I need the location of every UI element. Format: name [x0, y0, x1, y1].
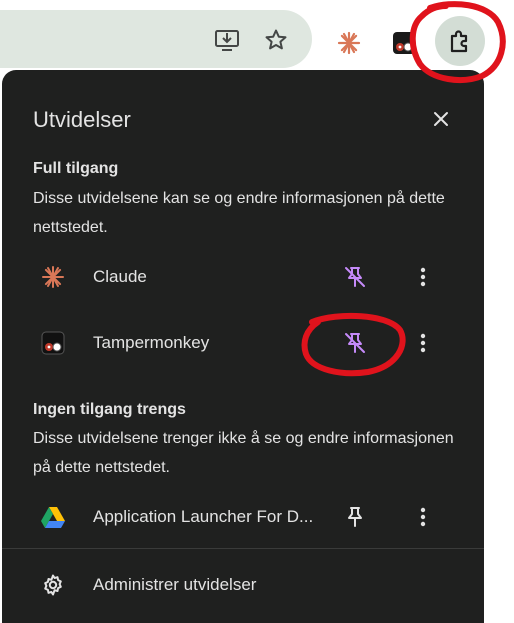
gear-icon — [40, 572, 66, 598]
more-options-button[interactable] — [410, 330, 436, 356]
puzzle-icon — [450, 30, 468, 53]
full-access-heading: Full tilgang — [33, 160, 119, 177]
pin-off-icon[interactable] — [342, 264, 368, 290]
close-button[interactable] — [426, 104, 456, 134]
full-access-description: Disse utvidelsene kan se og endre inform… — [33, 190, 445, 236]
bookmark-star-icon[interactable] — [262, 26, 290, 54]
claude-toolbar-icon[interactable] — [336, 30, 362, 56]
install-app-icon[interactable] — [213, 26, 241, 54]
no-access-description: Disse utvidelsene trenger ikke å se og e… — [33, 430, 454, 476]
divider — [2, 548, 484, 549]
manage-extensions-label: Administrer utvidelser — [93, 575, 257, 594]
tampermonkey-toolbar-icon[interactable] — [391, 30, 417, 56]
pin-off-icon[interactable] — [342, 330, 368, 356]
extensions-panel: Utvidelser Full tilgang Disse utvidelsen… — [2, 70, 484, 623]
manage-extensions-button[interactable]: Administrer utvidelser — [2, 562, 484, 608]
pin-icon[interactable] — [342, 504, 368, 530]
more-options-button[interactable] — [410, 504, 436, 530]
browser-toolbar — [0, 0, 514, 72]
claude-icon — [40, 264, 66, 290]
extension-name: Claude — [93, 267, 147, 286]
extension-name: Tampermonkey — [93, 333, 210, 352]
more-vert-icon — [420, 333, 426, 353]
extension-row-tampermonkey[interactable]: Tampermonkey — [2, 321, 484, 365]
no-access-heading: Ingen tilgang trengs — [33, 401, 186, 418]
address-bar[interactable] — [0, 10, 312, 68]
extension-name: Application Launcher For D... — [93, 507, 314, 526]
more-options-button[interactable] — [410, 264, 436, 290]
panel-title: Utvidelser — [33, 107, 131, 132]
close-icon — [434, 112, 448, 126]
extension-row-claude[interactable]: Claude — [2, 255, 484, 299]
extension-row-application-launcher[interactable]: Application Launcher For D... — [2, 495, 484, 539]
more-vert-icon — [420, 507, 426, 527]
extensions-button[interactable] — [435, 16, 485, 66]
more-vert-icon — [420, 267, 426, 287]
google-drive-icon — [40, 504, 66, 530]
tampermonkey-icon — [40, 330, 66, 356]
